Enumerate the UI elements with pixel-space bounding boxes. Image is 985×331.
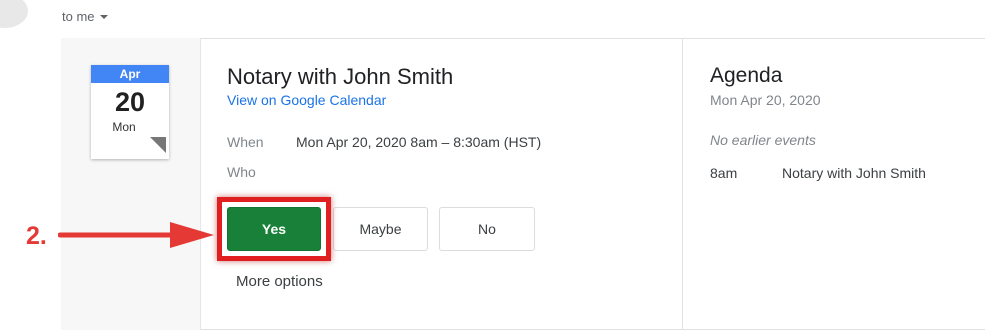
annotation-step-label: 2. [26,222,47,250]
agenda-item-time: 8am [710,165,738,181]
event-title: Notary with John Smith [227,64,454,89]
calendar-month: Apr [91,65,169,83]
when-label: When [227,134,264,150]
view-on-calendar-link[interactable]: View on Google Calendar [227,92,386,108]
no-earlier-events: No earlier events [710,132,816,148]
annotation-highlight-box [217,197,331,261]
calendar-date-badge: Apr 20 Mon [91,65,169,159]
agenda-item-title[interactable]: Notary with John Smith [782,165,926,181]
when-value: Mon Apr 20, 2020 8am – 8:30am (HST) [296,134,542,150]
recipient-label: to me [62,9,95,24]
calendar-day: 20 [114,87,146,117]
annotation-arrow-icon [58,222,214,248]
rsvp-no-button[interactable]: No [439,207,535,251]
who-label: Who [227,164,256,180]
calendar-weekday: Mon [112,120,136,134]
agenda-divider [682,38,683,330]
page-fold-icon [150,137,166,153]
rsvp-maybe-button[interactable]: Maybe [333,207,428,251]
agenda-date: Mon Apr 20, 2020 [710,92,821,108]
more-options-link[interactable]: More options [236,273,323,290]
agenda-title: Agenda [710,64,783,87]
sender-avatar[interactable] [0,0,28,28]
chevron-down-icon [99,14,108,19]
recipient-toggle[interactable]: to me [62,9,108,24]
